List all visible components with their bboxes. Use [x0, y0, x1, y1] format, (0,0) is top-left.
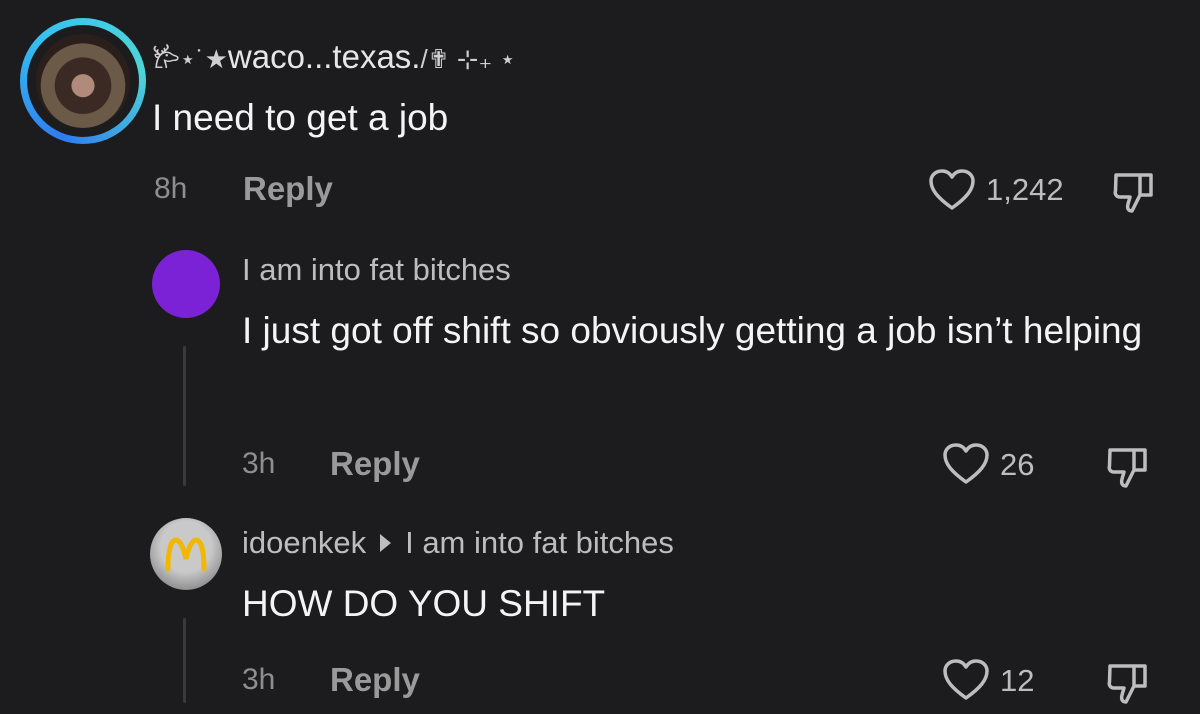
comment-text: I just got off shift so obviously gettin… [242, 310, 1143, 351]
reply-button[interactable]: Reply [243, 170, 333, 208]
dislike-icon[interactable] [1104, 442, 1152, 490]
like-count: 26 [1000, 447, 1035, 482]
comment-time: 8h [154, 172, 188, 205]
thread-line [183, 618, 186, 703]
comment-time: 3h [242, 663, 276, 696]
reply-button[interactable]: Reply [330, 445, 420, 483]
comment-thread: 𐂂⋆˙★waco...texas./✟ ⊹₊ ⋆ I need to get a… [0, 0, 1200, 714]
dislike-icon[interactable] [1104, 658, 1152, 706]
comment-text: I need to get a job [152, 97, 449, 138]
dislike-icon[interactable] [1110, 167, 1158, 215]
username-decoration-suffix: /✟ ⊹₊ ⋆ [420, 44, 516, 74]
avatar[interactable] [150, 518, 222, 590]
reply-button[interactable]: Reply [330, 661, 420, 699]
heart-icon[interactable] [928, 168, 976, 212]
username-text: waco...texas. [227, 38, 421, 75]
username-decoration-prefix: 𐂂⋆˙★ [152, 44, 228, 74]
comment-username[interactable]: I am into fat bitches [242, 252, 511, 288]
heart-icon[interactable] [942, 658, 990, 702]
like-count: 1,242 [986, 172, 1064, 207]
username-text[interactable]: idoenkek [242, 525, 366, 560]
avatar-story-ring[interactable] [20, 18, 146, 144]
comment-text: HOW DO YOU SHIFT [242, 583, 606, 624]
like-count: 12 [1000, 663, 1035, 698]
avatar[interactable] [36, 34, 130, 128]
heart-icon[interactable] [942, 442, 990, 486]
comment-username[interactable]: idoenkek I am into fat bitches [242, 525, 674, 561]
comment-username[interactable]: 𐂂⋆˙★waco...texas./✟ ⊹₊ ⋆ [152, 38, 516, 76]
mcdonalds-logo [165, 537, 207, 571]
reply-arrow-icon [380, 533, 392, 552]
reply-to-username[interactable]: I am into fat bitches [405, 525, 674, 560]
comment-time: 3h [242, 447, 276, 480]
avatar[interactable] [152, 250, 220, 318]
thread-line [183, 346, 186, 486]
